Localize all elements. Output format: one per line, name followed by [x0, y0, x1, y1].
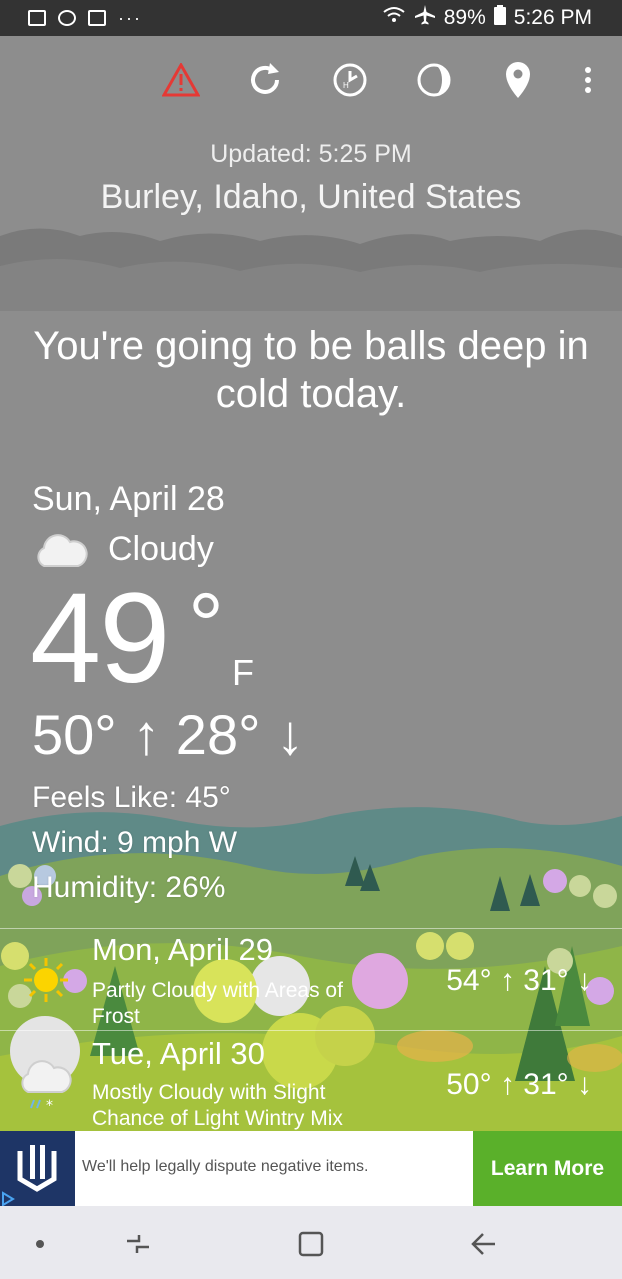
history-icon: H: [333, 63, 367, 97]
toolbar: H: [0, 58, 622, 102]
learn-more-button[interactable]: Learn More: [473, 1131, 622, 1206]
more-options-button[interactable]: [568, 58, 608, 102]
current-condition: Cloudy: [32, 530, 214, 569]
refresh-button[interactable]: [245, 58, 285, 102]
forecast-row[interactable]: * Tue, April 30 Mostly Cloudy with Sligh…: [0, 1030, 622, 1131]
battery-icon: [493, 5, 506, 31]
last-updated: Updated: 5:25 PM: [210, 140, 412, 168]
status-bar: ··· 89% 5:26 PM: [0, 0, 622, 36]
home-button[interactable]: [291, 1224, 331, 1264]
refresh-icon: [251, 63, 279, 94]
nav-dot-button[interactable]: [20, 1224, 60, 1264]
location-title[interactable]: Burley, Idaho, United States: [0, 178, 622, 217]
degree-symbol: °: [188, 576, 224, 676]
recent-apps-icon: [127, 1235, 149, 1253]
alert-icon: [162, 63, 200, 97]
airplane-mode-icon: [414, 5, 436, 31]
forecast-description: Mostly Cloudy with Slight Chance of Ligh…: [92, 1081, 343, 1130]
feels-like: Feels Like: 45°: [32, 781, 231, 814]
history-button[interactable]: H: [330, 58, 370, 102]
ad-text: We'll help legally dispute negative item…: [82, 1158, 369, 1175]
svg-text:H: H: [343, 81, 349, 90]
back-button[interactable]: [464, 1224, 504, 1264]
wintry-mix-icon: *: [21, 1060, 72, 1114]
high-low-temperature: 50° ↑ 28° ↓: [32, 703, 305, 766]
home-icon: [298, 1231, 324, 1257]
wifi-icon: [382, 6, 406, 30]
calendar-icon: [88, 10, 106, 26]
battery-percent: 89%: [443, 6, 486, 29]
planet-icon: [58, 10, 76, 26]
current-details: Feels Like: 45° Wind: 9 mph W Humidity: …: [32, 775, 237, 910]
gallery-icon: [28, 10, 46, 26]
moon-phase-icon: [417, 63, 451, 97]
navigation-bar: [0, 1206, 622, 1279]
cloudy-icon: [37, 533, 88, 567]
partly-sunny-icon: [24, 958, 68, 1002]
forecast-high-low: 50° ↑ 31° ↓: [446, 1068, 592, 1101]
dot-icon: [36, 1240, 44, 1248]
clock: 5:26 PM: [513, 6, 592, 29]
wind: Wind: 9 mph W: [32, 826, 238, 859]
recent-apps-button[interactable]: [118, 1224, 158, 1264]
forecast-high-low: 54° ↑ 31° ↓: [446, 964, 592, 997]
more-vert-icon: [585, 67, 591, 93]
back-icon: [471, 1233, 495, 1255]
current-temperature: 49: [30, 567, 170, 710]
ad-banner[interactable]: We'll help legally dispute negative item…: [0, 1131, 622, 1207]
advertiser-logo: [0, 1131, 75, 1207]
alert-button[interactable]: [161, 58, 201, 102]
forecast-description: Partly Cloudy with Areas of Frost: [92, 979, 343, 1028]
location-pin-icon: [506, 62, 530, 98]
more-notifications-icon: ···: [118, 7, 142, 28]
moon-phase-button[interactable]: [414, 58, 454, 102]
forecast-row[interactable]: Mon, April 29 Partly Cloudy with Areas o…: [0, 928, 622, 1030]
location-button[interactable]: [498, 58, 538, 102]
condition-text: Cloudy: [108, 530, 214, 568]
humidity: Humidity: 26%: [32, 871, 226, 904]
forecast-date: Tue, April 30: [92, 1036, 265, 1071]
svg-text:*: *: [46, 1098, 53, 1114]
weather-headline: You're going to be balls deep in cold to…: [33, 324, 589, 416]
forecast-date: Mon, April 29: [92, 932, 273, 967]
temperature-unit[interactable]: F: [232, 652, 254, 694]
current-date: Sun, April 28: [32, 480, 225, 518]
